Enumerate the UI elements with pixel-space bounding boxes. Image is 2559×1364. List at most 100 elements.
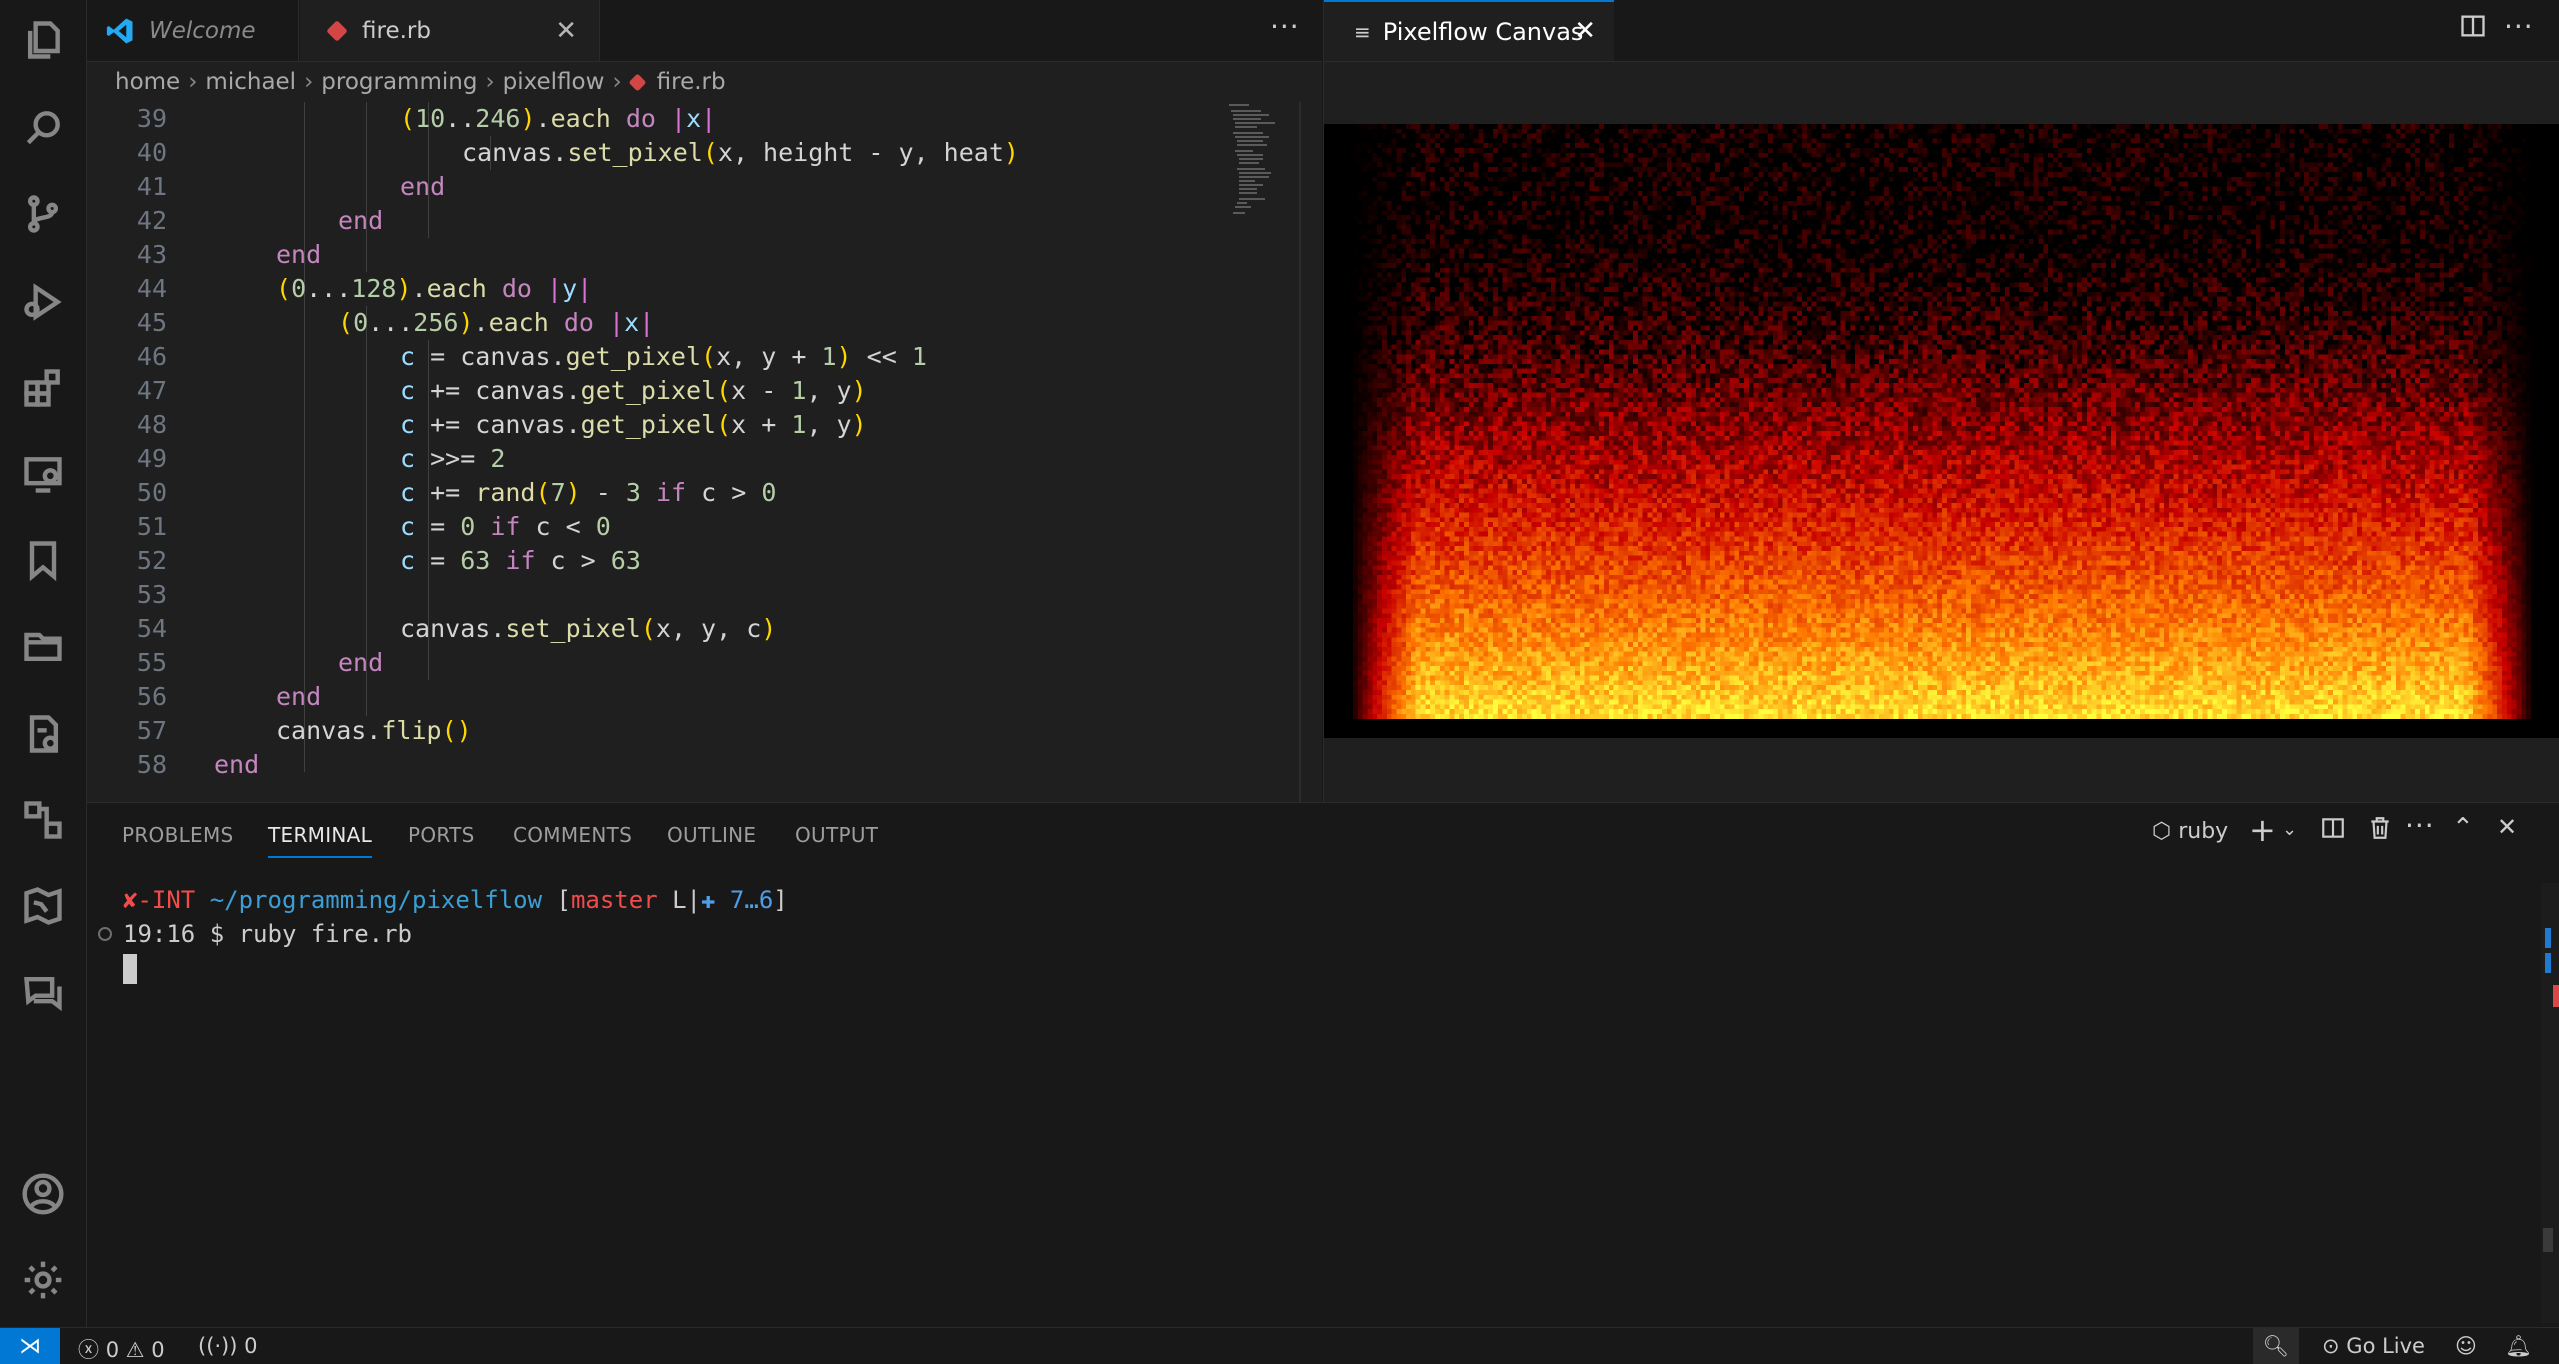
line-number: 46 xyxy=(136,342,167,371)
preview-body xyxy=(1323,62,2559,802)
warning-icon: ⚠ xyxy=(125,1338,145,1362)
terminal-name: ruby xyxy=(2178,819,2229,844)
line-number: 54 xyxy=(136,614,167,643)
split-terminal-icon[interactable] xyxy=(2320,815,2346,847)
new-terminal-icon[interactable]: + xyxy=(2249,811,2276,849)
warning-count: 0 xyxy=(151,1338,165,1362)
breadcrumb-item[interactable]: programming xyxy=(321,69,477,95)
line-number: 49 xyxy=(136,444,167,473)
source-control-icon[interactable] xyxy=(21,192,65,236)
chevron-right-icon: › xyxy=(304,69,314,95)
go-live-label: Go Live xyxy=(2346,1334,2425,1358)
command-line: 19:16 $ ruby fire.rb xyxy=(123,920,412,948)
prompt-branch: master xyxy=(570,886,658,914)
vscode-logo-icon xyxy=(105,16,135,46)
extensions-icon[interactable] xyxy=(21,366,65,410)
more-actions-icon[interactable]: ··· xyxy=(2504,10,2534,43)
tab-problems[interactable]: PROBLEMS xyxy=(122,823,234,847)
line-number: 50 xyxy=(136,478,167,507)
tab-output[interactable]: OUTPUT xyxy=(795,823,878,847)
indent-guide xyxy=(366,102,367,272)
search-icon[interactable] xyxy=(21,106,65,150)
ruby-file-icon xyxy=(628,72,647,92)
map-icon[interactable] xyxy=(21,884,65,928)
zoom-icon[interactable]: 🔍︎ xyxy=(2253,1328,2299,1364)
breadcrumb-item[interactable]: pixelflow xyxy=(503,69,605,95)
problems-status[interactable]: ⓧ 0 ⚠ 0 xyxy=(78,1334,165,1364)
preview-icon: ≡ xyxy=(1354,19,1371,44)
code-editor[interactable]: 39 (10..246).each do |x| 40 canvas.set_pix… xyxy=(87,102,1322,802)
trash-icon[interactable] xyxy=(2367,815,2393,847)
comments-icon[interactable] xyxy=(21,970,65,1014)
breadcrumb: home › michael › programming › pixelflow… xyxy=(87,62,1322,102)
chevron-down-icon[interactable]: ⌄ xyxy=(2282,819,2297,840)
prompt-path: ~/programming/pixelflow xyxy=(209,886,543,914)
activity-bar xyxy=(0,0,87,1327)
editor-scrollbar[interactable] xyxy=(1299,102,1301,802)
fire-canvas[interactable] xyxy=(1324,124,2559,738)
minimap[interactable] xyxy=(1227,102,1297,222)
editor-tab-bar: Welcome fire.rb ✕ ··· xyxy=(87,0,1322,62)
preview-tab-bar: ≡ Pixelflow Canvas ✕ ··· xyxy=(1323,0,2559,62)
tab-welcome[interactable]: Welcome xyxy=(87,0,299,61)
breadcrumb-item[interactable]: fire.rb xyxy=(657,69,726,95)
diagram-icon[interactable] xyxy=(21,798,65,842)
ports-count: 0 xyxy=(244,1334,258,1358)
broadcast-icon: ((⋅)) xyxy=(198,1334,238,1358)
go-live-button[interactable]: ⊙ Go Live xyxy=(2322,1334,2425,1358)
prompt-flags: L| xyxy=(672,886,702,914)
tab-comments[interactable]: COMMENTS xyxy=(513,823,632,847)
remote-indicator[interactable]: ⋊ xyxy=(0,1328,60,1364)
broadcast-icon: ⊙ xyxy=(2322,1334,2340,1358)
tab-fire-rb[interactable]: fire.rb ✕ xyxy=(300,0,600,61)
line-number: 43 xyxy=(136,240,167,269)
gear-icon[interactable] xyxy=(21,1258,65,1302)
prompt-bracket: [ xyxy=(556,886,571,914)
chevron-right-icon: › xyxy=(612,69,622,95)
more-actions-icon[interactable]: ··· xyxy=(2405,809,2435,842)
line-number: 44 xyxy=(136,274,167,303)
tab-ports[interactable]: PORTS xyxy=(408,823,475,847)
explorer-icon[interactable] xyxy=(21,18,65,62)
terminal-scrollbar[interactable] xyxy=(2541,883,2559,1323)
ports-status[interactable]: ((⋅)) 0 xyxy=(198,1334,258,1358)
breadcrumb-item[interactable]: home xyxy=(115,69,180,95)
bookmark-icon[interactable] xyxy=(21,538,65,582)
prompt-plus: ✚ xyxy=(701,886,716,914)
prompt-bracket: ] xyxy=(773,886,788,914)
folder-icon[interactable] xyxy=(21,624,65,668)
terminal-output[interactable]: ✘-INT ~/programming/pixelflow [master L|… xyxy=(123,883,788,985)
settings-sync-icon[interactable] xyxy=(21,712,65,756)
line-number: 53 xyxy=(136,580,167,609)
line-number: 45 xyxy=(136,308,167,337)
error-icon: ⓧ xyxy=(78,1338,99,1362)
remote-icon: ⋊ xyxy=(19,1333,41,1359)
tab-terminal[interactable]: TERMINAL xyxy=(268,823,373,858)
remote-explorer-icon[interactable] xyxy=(21,452,65,496)
line-number: 52 xyxy=(136,546,167,575)
prompt-counts: 7…6 xyxy=(729,886,774,914)
tab-pixelflow-canvas-label: Pixelflow Canvas xyxy=(1382,17,1584,46)
maximize-panel-icon[interactable]: ⌃ xyxy=(2452,813,2474,843)
command-decoration-icon[interactable] xyxy=(98,927,112,941)
breadcrumb-item[interactable]: michael xyxy=(205,69,296,95)
line-number: 55 xyxy=(136,648,167,677)
copilot-icon[interactable]: ☺ xyxy=(2455,1334,2477,1358)
bell-icon[interactable]: 🔔︎ xyxy=(2505,1334,2532,1359)
terminal-selector[interactable]: ⬡ ruby xyxy=(2152,819,2228,844)
account-icon[interactable] xyxy=(21,1172,65,1216)
ruby-file-icon xyxy=(326,19,348,42)
split-editor-icon[interactable] xyxy=(2459,12,2487,46)
tab-pixelflow-canvas[interactable]: ≡ Pixelflow Canvas ✕ xyxy=(1324,0,1614,61)
line-number: 56 xyxy=(136,682,167,711)
line-number: 58 xyxy=(136,750,167,779)
error-count: 0 xyxy=(105,1338,120,1362)
tab-outline[interactable]: OUTLINE xyxy=(667,823,756,847)
close-panel-icon[interactable]: ✕ xyxy=(2497,813,2517,841)
run-debug-icon[interactable] xyxy=(21,280,65,324)
close-icon[interactable]: ✕ xyxy=(1574,16,1596,46)
line-number: 57 xyxy=(136,716,167,745)
more-actions-icon[interactable]: ··· xyxy=(1270,10,1300,43)
line-number: 51 xyxy=(136,512,167,541)
close-icon[interactable]: ✕ xyxy=(555,16,577,46)
